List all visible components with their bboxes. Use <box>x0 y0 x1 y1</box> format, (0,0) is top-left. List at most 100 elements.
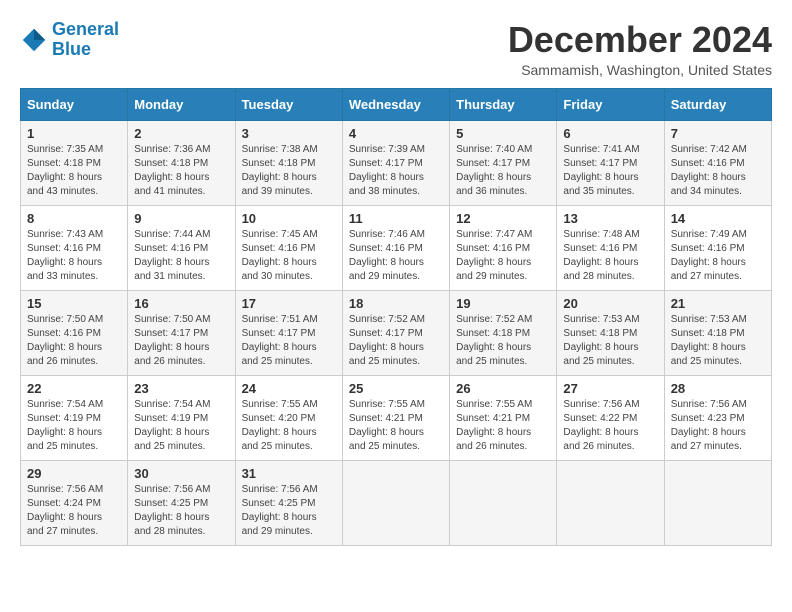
day-info: Sunrise: 7:55 AM Sunset: 4:21 PM Dayligh… <box>456 398 550 454</box>
calendar-cell <box>342 460 449 545</box>
calendar-cell: 28Sunrise: 7:56 AM Sunset: 4:23 PM Dayli… <box>664 375 771 460</box>
day-number: 19 <box>456 296 550 311</box>
weekday-header-sunday: Sunday <box>21 88 128 120</box>
day-number: 4 <box>349 126 443 141</box>
weekday-header-thursday: Thursday <box>450 88 557 120</box>
day-number: 23 <box>134 381 228 396</box>
logo-text: General Blue <box>52 20 119 60</box>
day-number: 17 <box>242 296 336 311</box>
day-info: Sunrise: 7:56 AM Sunset: 4:25 PM Dayligh… <box>134 483 228 539</box>
logo-line1: General <box>52 19 119 39</box>
calendar-cell: 13 Sunrise: 7:48 AM Sunset: 4:16 PM Dayli… <box>557 205 664 290</box>
day-number: 25 <box>349 381 443 396</box>
day-info: Sunrise: 7:50 AM Sunset: 4:17 PM Dayligh… <box>134 313 228 369</box>
day-info: Sunrise: 7:53 AM Sunset: 4:18 PM Dayligh… <box>671 313 765 369</box>
weekday-header-monday: Monday <box>128 88 235 120</box>
day-info: Sunrise: 7:40 AM Sunset: 4:17 PM Dayligh… <box>456 143 550 199</box>
calendar-cell: 8Sunrise: 7:43 AM Sunset: 4:16 PM Daylig… <box>21 205 128 290</box>
logo: General Blue <box>20 20 119 60</box>
calendar-cell: 9 Sunrise: 7:44 AM Sunset: 4:16 PM Daylig… <box>128 205 235 290</box>
day-info: Sunrise: 7:49 AM Sunset: 4:16 PM Dayligh… <box>671 228 765 284</box>
calendar-cell: 5 Sunrise: 7:40 AM Sunset: 4:17 PM Daylig… <box>450 120 557 205</box>
day-number: 27 <box>563 381 657 396</box>
day-info: Sunrise: 7:38 AM Sunset: 4:18 PM Dayligh… <box>242 143 336 199</box>
calendar-cell: 24 Sunrise: 7:55 AM Sunset: 4:20 PM Dayli… <box>235 375 342 460</box>
calendar-cell <box>664 460 771 545</box>
day-number: 20 <box>563 296 657 311</box>
day-number: 18 <box>349 296 443 311</box>
calendar-cell: 30 Sunrise: 7:56 AM Sunset: 4:25 PM Dayli… <box>128 460 235 545</box>
calendar-cell: 15Sunrise: 7:50 AM Sunset: 4:16 PM Dayli… <box>21 290 128 375</box>
day-info: Sunrise: 7:53 AM Sunset: 4:18 PM Dayligh… <box>563 313 657 369</box>
day-info: Sunrise: 7:44 AM Sunset: 4:16 PM Dayligh… <box>134 228 228 284</box>
day-number: 2 <box>134 126 228 141</box>
day-info: Sunrise: 7:52 AM Sunset: 4:18 PM Dayligh… <box>456 313 550 369</box>
weekday-header-tuesday: Tuesday <box>235 88 342 120</box>
day-number: 22 <box>27 381 121 396</box>
day-number: 11 <box>349 211 443 226</box>
calendar-cell: 11 Sunrise: 7:46 AM Sunset: 4:16 PM Dayli… <box>342 205 449 290</box>
calendar-table: SundayMondayTuesdayWednesdayThursdayFrid… <box>20 88 772 546</box>
weekday-header-saturday: Saturday <box>664 88 771 120</box>
calendar-cell: 10Sunrise: 7:45 AM Sunset: 4:16 PM Dayli… <box>235 205 342 290</box>
weekday-row: SundayMondayTuesdayWednesdayThursdayFrid… <box>21 88 772 120</box>
day-info: Sunrise: 7:47 AM Sunset: 4:16 PM Dayligh… <box>456 228 550 284</box>
day-info: Sunrise: 7:51 AM Sunset: 4:17 PM Dayligh… <box>242 313 336 369</box>
calendar-subtitle: Sammamish, Washington, United States <box>508 62 772 78</box>
week-row-3: 15Sunrise: 7:50 AM Sunset: 4:16 PM Dayli… <box>21 290 772 375</box>
day-number: 6 <box>563 126 657 141</box>
day-number: 1 <box>27 126 121 141</box>
week-row-5: 29Sunrise: 7:56 AM Sunset: 4:24 PM Dayli… <box>21 460 772 545</box>
calendar-cell: 18 Sunrise: 7:52 AM Sunset: 4:17 PM Dayli… <box>342 290 449 375</box>
day-info: Sunrise: 7:54 AM Sunset: 4:19 PM Dayligh… <box>27 398 121 454</box>
day-number: 24 <box>242 381 336 396</box>
calendar-body: 1 Sunrise: 7:35 AM Sunset: 4:18 PM Daylig… <box>21 120 772 545</box>
day-info: Sunrise: 7:46 AM Sunset: 4:16 PM Dayligh… <box>349 228 443 284</box>
calendar-cell: 7 Sunrise: 7:42 AM Sunset: 4:16 PM Daylig… <box>664 120 771 205</box>
calendar-cell: 16 Sunrise: 7:50 AM Sunset: 4:17 PM Dayli… <box>128 290 235 375</box>
week-row-2: 8Sunrise: 7:43 AM Sunset: 4:16 PM Daylig… <box>21 205 772 290</box>
day-info: Sunrise: 7:56 AM Sunset: 4:24 PM Dayligh… <box>27 483 121 539</box>
day-info: Sunrise: 7:56 AM Sunset: 4:22 PM Dayligh… <box>563 398 657 454</box>
day-number: 9 <box>134 211 228 226</box>
logo-line2: Blue <box>52 39 91 59</box>
week-row-1: 1 Sunrise: 7:35 AM Sunset: 4:18 PM Daylig… <box>21 120 772 205</box>
day-number: 31 <box>242 466 336 481</box>
calendar-cell: 12 Sunrise: 7:47 AM Sunset: 4:16 PM Dayli… <box>450 205 557 290</box>
day-number: 21 <box>671 296 765 311</box>
day-info: Sunrise: 7:42 AM Sunset: 4:16 PM Dayligh… <box>671 143 765 199</box>
title-block: December 2024 Sammamish, Washington, Uni… <box>508 20 772 78</box>
day-info: Sunrise: 7:35 AM Sunset: 4:18 PM Dayligh… <box>27 143 121 199</box>
calendar-cell: 14 Sunrise: 7:49 AM Sunset: 4:16 PM Dayli… <box>664 205 771 290</box>
calendar-cell: 17 Sunrise: 7:51 AM Sunset: 4:17 PM Dayli… <box>235 290 342 375</box>
calendar-cell: 1 Sunrise: 7:35 AM Sunset: 4:18 PM Daylig… <box>21 120 128 205</box>
day-number: 30 <box>134 466 228 481</box>
calendar-cell: 21 Sunrise: 7:53 AM Sunset: 4:18 PM Dayli… <box>664 290 771 375</box>
day-number: 7 <box>671 126 765 141</box>
day-info: Sunrise: 7:48 AM Sunset: 4:16 PM Dayligh… <box>563 228 657 284</box>
day-info: Sunrise: 7:55 AM Sunset: 4:20 PM Dayligh… <box>242 398 336 454</box>
calendar-cell <box>450 460 557 545</box>
calendar-cell: 31 Sunrise: 7:56 AM Sunset: 4:25 PM Dayli… <box>235 460 342 545</box>
day-number: 16 <box>134 296 228 311</box>
day-info: Sunrise: 7:52 AM Sunset: 4:17 PM Dayligh… <box>349 313 443 369</box>
calendar-cell: 19 Sunrise: 7:52 AM Sunset: 4:18 PM Dayli… <box>450 290 557 375</box>
day-number: 15 <box>27 296 121 311</box>
day-number: 12 <box>456 211 550 226</box>
calendar-cell: 27 Sunrise: 7:56 AM Sunset: 4:22 PM Dayli… <box>557 375 664 460</box>
day-number: 3 <box>242 126 336 141</box>
calendar-cell: 4 Sunrise: 7:39 AM Sunset: 4:17 PM Daylig… <box>342 120 449 205</box>
day-info: Sunrise: 7:54 AM Sunset: 4:19 PM Dayligh… <box>134 398 228 454</box>
day-number: 5 <box>456 126 550 141</box>
logo-icon <box>20 26 48 54</box>
week-row-4: 22 Sunrise: 7:54 AM Sunset: 4:19 PM Dayli… <box>21 375 772 460</box>
day-info: Sunrise: 7:36 AM Sunset: 4:18 PM Dayligh… <box>134 143 228 199</box>
day-number: 14 <box>671 211 765 226</box>
calendar-cell: 22 Sunrise: 7:54 AM Sunset: 4:19 PM Dayli… <box>21 375 128 460</box>
day-info: Sunrise: 7:39 AM Sunset: 4:17 PM Dayligh… <box>349 143 443 199</box>
day-info: Sunrise: 7:56 AM Sunset: 4:25 PM Dayligh… <box>242 483 336 539</box>
day-number: 13 <box>563 211 657 226</box>
day-info: Sunrise: 7:43 AM Sunset: 4:16 PM Dayligh… <box>27 228 121 284</box>
page-header: General Blue December 2024 Sammamish, Wa… <box>20 20 772 78</box>
weekday-header-friday: Friday <box>557 88 664 120</box>
